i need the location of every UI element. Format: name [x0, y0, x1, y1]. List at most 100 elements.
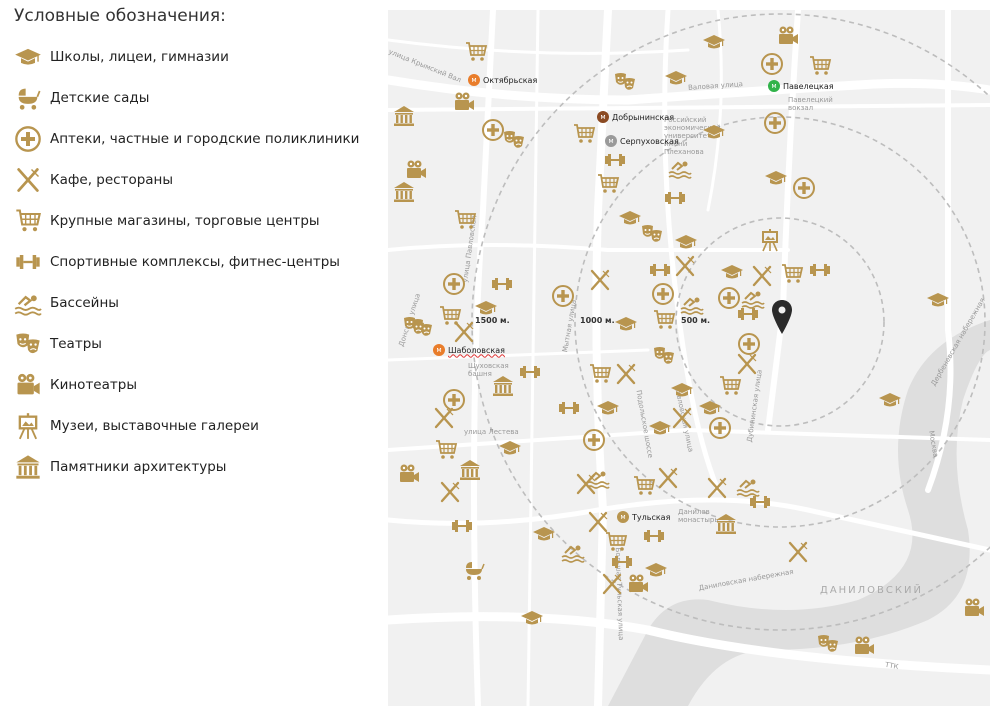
- pharmacy-icon[interactable]: [651, 282, 675, 306]
- cafe-icon[interactable]: [614, 362, 638, 386]
- school-icon[interactable]: [618, 206, 642, 230]
- cinema-icon[interactable]: [397, 462, 421, 486]
- theatre-icon[interactable]: [816, 632, 840, 656]
- metro-tulskaya[interactable]: м Тульская: [617, 511, 670, 523]
- school-icon[interactable]: [720, 260, 744, 284]
- sport-icon[interactable]: [603, 148, 627, 172]
- legend-item-label: Аптеки, частные и городские поликлиники: [50, 131, 360, 147]
- sport-icon[interactable]: [648, 258, 672, 282]
- shop-icon[interactable]: [596, 172, 620, 196]
- sport-icon[interactable]: [557, 396, 581, 420]
- school-icon[interactable]: [498, 436, 522, 460]
- shop-icon[interactable]: [808, 54, 832, 78]
- cafe-icon[interactable]: [656, 466, 680, 490]
- shop-icon[interactable]: [718, 374, 742, 398]
- school-icon[interactable]: [648, 416, 672, 440]
- pharmacy-icon[interactable]: [481, 118, 505, 142]
- shop-icon[interactable]: [632, 474, 656, 498]
- school-icon[interactable]: [614, 312, 638, 336]
- cinema-icon[interactable]: [776, 24, 800, 48]
- pool-icon[interactable]: [668, 156, 692, 180]
- sport-icon[interactable]: [663, 186, 687, 210]
- cafe-icon[interactable]: [452, 320, 476, 344]
- pharmacy-icon[interactable]: [582, 428, 606, 452]
- cafe-icon[interactable]: [588, 268, 612, 292]
- map-area[interactable]: 500 м. 1000 м. 1500 м. Валовая улица ули…: [388, 10, 990, 706]
- cafe-icon[interactable]: [600, 572, 624, 596]
- school-icon[interactable]: [764, 166, 788, 190]
- cinema-icon[interactable]: [452, 90, 476, 114]
- monument-icon[interactable]: [458, 458, 482, 482]
- pharmacy-icon[interactable]: [708, 416, 732, 440]
- sport-icon[interactable]: [642, 524, 666, 548]
- sport-icon[interactable]: [610, 550, 634, 574]
- pool-icon[interactable]: [561, 540, 585, 564]
- shop-icon[interactable]: [652, 308, 676, 332]
- school-icon[interactable]: [878, 388, 902, 412]
- legend-item-label: Спортивные комплексы, фитнес-центры: [50, 254, 340, 270]
- metro-shabolovskaya[interactable]: м Шаболовская: [433, 344, 505, 356]
- theatre-icon[interactable]: [640, 222, 664, 246]
- cafe-icon[interactable]: [673, 254, 697, 278]
- school-icon[interactable]: [670, 378, 694, 402]
- pharmacy-icon[interactable]: [763, 111, 787, 135]
- school-icon[interactable]: [532, 522, 556, 546]
- cafe-icon[interactable]: [735, 352, 759, 376]
- cinema-icon[interactable]: [626, 572, 650, 596]
- school-icon[interactable]: [702, 30, 726, 54]
- pool-icon[interactable]: [680, 292, 704, 316]
- sport-icon[interactable]: [736, 302, 760, 326]
- location-pin-icon[interactable]: [772, 300, 792, 338]
- metro-dobryninskaya[interactable]: м Добрынинская: [597, 111, 674, 123]
- school-icon[interactable]: [596, 396, 620, 420]
- pharmacy-icon[interactable]: [442, 272, 466, 296]
- pharmacy-icon[interactable]: [760, 52, 784, 76]
- monument-icon[interactable]: [714, 512, 738, 536]
- sport-icon[interactable]: [518, 360, 542, 384]
- shop-icon[interactable]: [464, 40, 488, 64]
- shop-icon[interactable]: [780, 262, 804, 286]
- sport-icon[interactable]: [808, 258, 832, 282]
- cinema-icon[interactable]: [852, 634, 876, 658]
- kindergarten-icon[interactable]: [462, 558, 486, 582]
- monument-icon[interactable]: [392, 104, 416, 128]
- legend-item-label: Школы, лицеи, гимназии: [50, 49, 229, 65]
- sport-icon[interactable]: [748, 490, 772, 514]
- cafe-icon[interactable]: [670, 406, 694, 430]
- school-icon[interactable]: [674, 230, 698, 254]
- cafe-icon[interactable]: [438, 480, 462, 504]
- museum-icon[interactable]: [758, 228, 782, 252]
- metro-serpukhovskaya[interactable]: м Серпуховская: [605, 135, 679, 147]
- cafe-icon[interactable]: [432, 406, 456, 430]
- label-paveletsky-station: Павелецкий вокзал: [788, 96, 833, 112]
- cafe-icon[interactable]: [574, 472, 598, 496]
- metro-paveletskaya[interactable]: м Павелецкая: [768, 80, 834, 92]
- cafe-icon[interactable]: [750, 264, 774, 288]
- theatre-icon[interactable]: [613, 70, 637, 94]
- sport-icon[interactable]: [450, 514, 474, 538]
- cafe-icon[interactable]: [786, 540, 810, 564]
- theatre-icon[interactable]: [402, 314, 426, 338]
- school-icon[interactable]: [926, 288, 950, 312]
- shop-icon[interactable]: [434, 438, 458, 462]
- shop-icon[interactable]: [588, 362, 612, 386]
- school-icon[interactable]: [474, 296, 498, 320]
- legend-item: Крупные магазины, торговые центры: [14, 202, 374, 240]
- pharmacy-icon[interactable]: [792, 176, 816, 200]
- cafe-icon[interactable]: [705, 476, 729, 500]
- cinema-icon[interactable]: [962, 596, 986, 620]
- sport-icon[interactable]: [490, 272, 514, 296]
- theatre-icon[interactable]: [502, 128, 526, 152]
- school-icon[interactable]: [702, 120, 726, 144]
- shop-icon[interactable]: [572, 122, 596, 146]
- monument-icon[interactable]: [392, 180, 416, 204]
- theatre-icon[interactable]: [652, 344, 676, 368]
- school-icon[interactable]: [664, 66, 688, 90]
- metro-oktyabrskaya[interactable]: м Октябрьская: [468, 74, 537, 86]
- legend-title: Условные обозначения:: [14, 6, 226, 26]
- school-icon[interactable]: [520, 606, 544, 630]
- cinema-icon[interactable]: [404, 158, 428, 182]
- monument-icon[interactable]: [491, 374, 515, 398]
- pharmacy-icon[interactable]: [551, 284, 575, 308]
- shop-icon[interactable]: [453, 208, 477, 232]
